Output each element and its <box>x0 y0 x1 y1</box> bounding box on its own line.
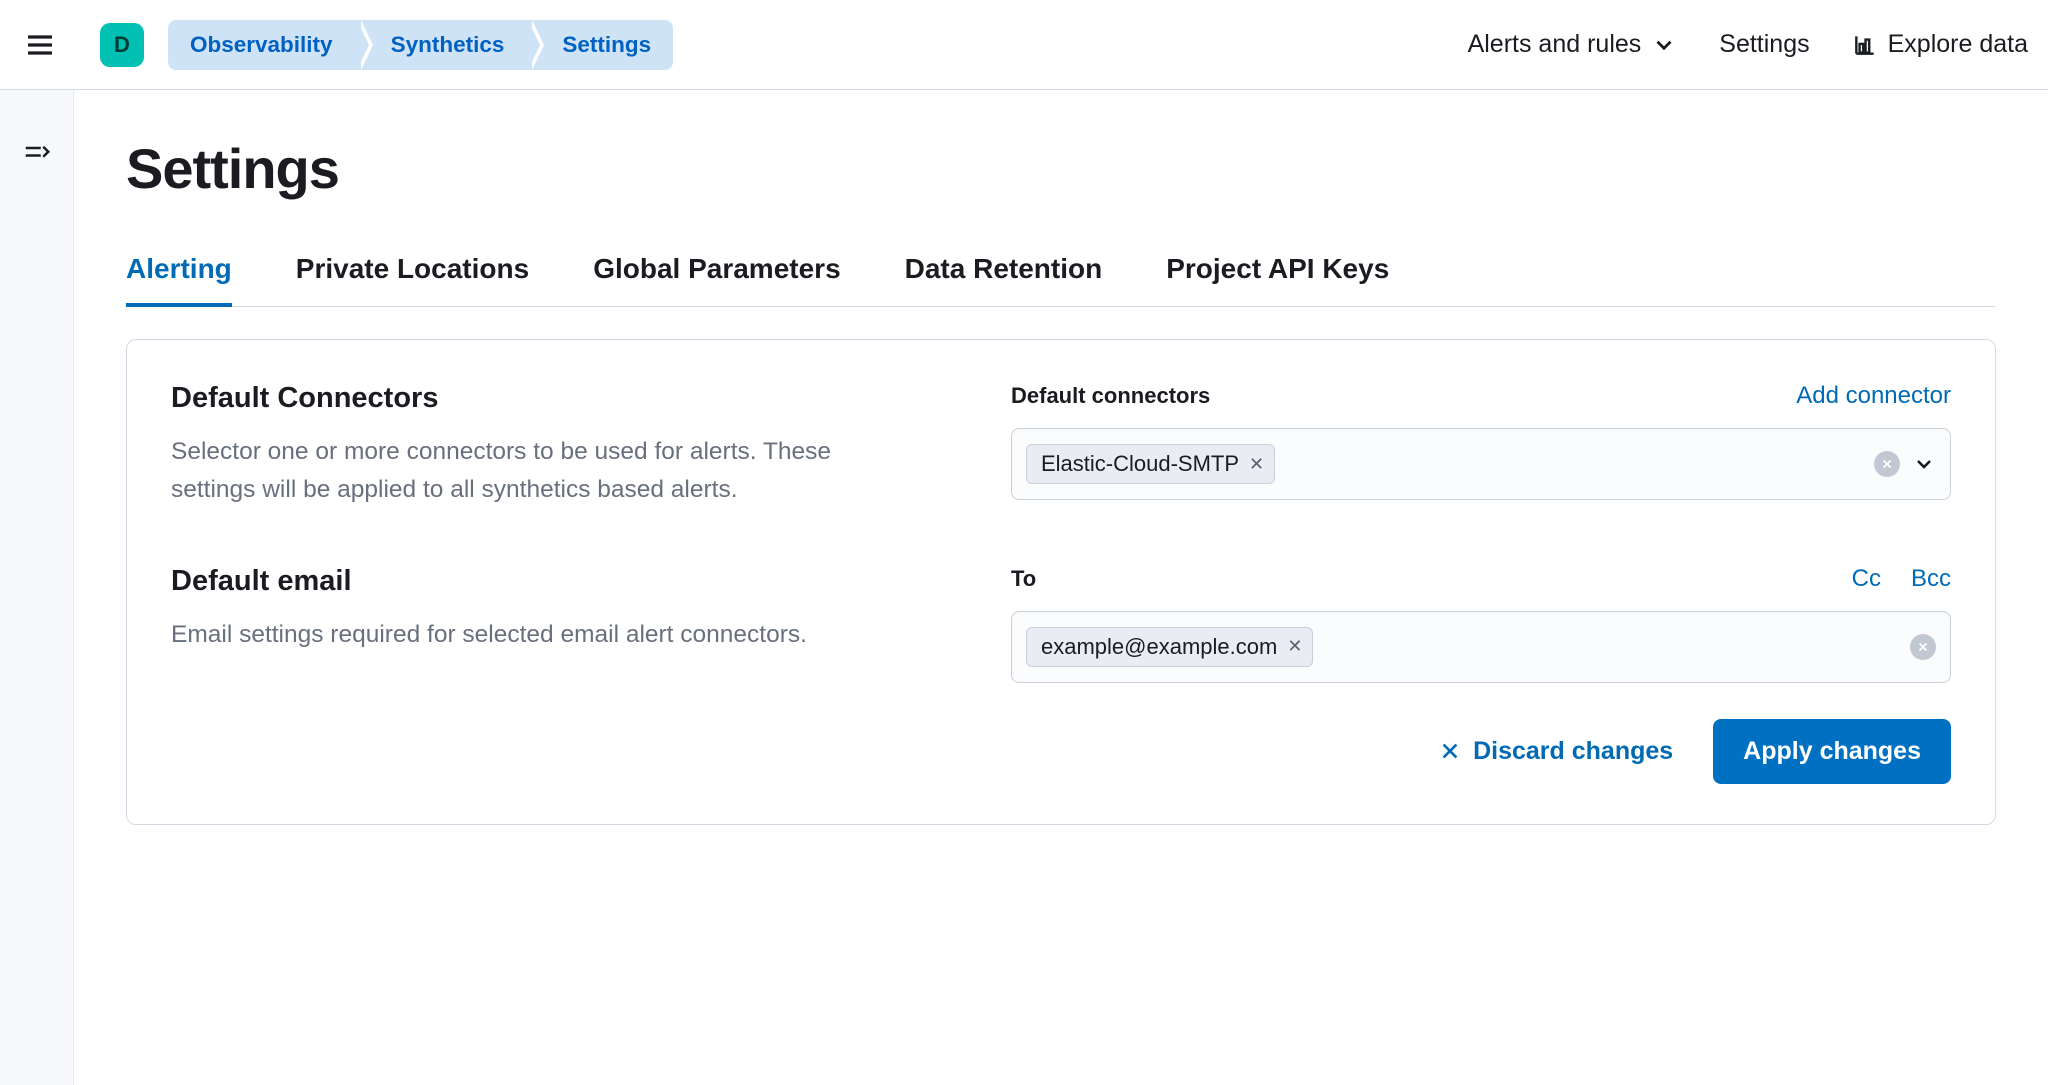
explore-data-label: Explore data <box>1888 30 2028 59</box>
remove-email-chip-icon[interactable]: ✕ <box>1287 636 1302 657</box>
connectors-heading: Default Connectors <box>171 382 951 415</box>
bar-chart-icon <box>1852 32 1878 58</box>
add-connector-link[interactable]: Add connector <box>1796 382 1951 410</box>
remove-connector-chip-icon[interactable]: ✕ <box>1249 454 1264 475</box>
topbar: D Observability Synthetics Settings Aler… <box>0 0 2048 90</box>
clear-connectors-icon[interactable] <box>1874 451 1900 477</box>
breadcrumb: Observability Synthetics Settings <box>168 20 673 70</box>
email-heading: Default email <box>171 565 951 598</box>
explore-data-link[interactable]: Explore data <box>1852 30 2028 59</box>
apply-changes-button[interactable]: Apply changes <box>1713 719 1951 784</box>
clear-email-icon[interactable] <box>1910 634 1936 660</box>
page-title: Settings <box>126 136 1996 201</box>
tab-project-api-keys[interactable]: Project API Keys <box>1166 253 1389 306</box>
connectors-dropdown-icon[interactable] <box>1912 452 1936 476</box>
close-icon <box>1439 740 1461 762</box>
breadcrumb-synthetics[interactable]: Synthetics <box>357 20 529 70</box>
expand-rail-icon[interactable] <box>22 138 52 173</box>
settings-panel: Default Connectors Selector one or more … <box>126 339 1996 825</box>
default-connectors-row: Default Connectors Selector one or more … <box>171 382 1951 509</box>
email-desc: Email settings required for selected ema… <box>171 616 891 654</box>
tab-private-locations[interactable]: Private Locations <box>296 253 529 306</box>
tab-data-retention[interactable]: Data Retention <box>905 253 1103 306</box>
main-content: Settings Alerting Private Locations Glob… <box>74 90 2048 1085</box>
email-chip: example@example.com ✕ <box>1026 627 1313 667</box>
alerts-rules-dropdown[interactable]: Alerts and rules <box>1468 30 1678 59</box>
tab-alerting[interactable]: Alerting <box>126 253 232 307</box>
tabs: Alerting Private Locations Global Parame… <box>126 253 1996 307</box>
email-to-combobox[interactable]: example@example.com ✕ <box>1011 611 1951 683</box>
topbar-actions: Alerts and rules Settings Explore data <box>1468 30 2028 59</box>
side-rail <box>0 90 74 1085</box>
space-avatar[interactable]: D <box>100 23 144 67</box>
breadcrumb-settings[interactable]: Settings <box>528 20 673 70</box>
menu-icon[interactable] <box>12 17 68 73</box>
breadcrumb-observability[interactable]: Observability <box>168 20 357 70</box>
connectors-combobox[interactable]: Elastic-Cloud-SMTP ✕ <box>1011 428 1951 500</box>
settings-link[interactable]: Settings <box>1719 30 1809 59</box>
alerts-rules-label: Alerts and rules <box>1468 30 1642 59</box>
email-cc-link[interactable]: Cc <box>1852 565 1881 593</box>
tab-global-parameters[interactable]: Global Parameters <box>593 253 840 306</box>
chevron-down-icon <box>1651 32 1677 58</box>
connectors-desc: Selector one or more connectors to be us… <box>171 433 891 509</box>
connectors-field-label: Default connectors <box>1011 383 1210 409</box>
default-email-row: Default email Email settings required fo… <box>171 565 1951 683</box>
settings-link-label: Settings <box>1719 30 1809 59</box>
connector-chip-label: Elastic-Cloud-SMTP <box>1041 451 1239 477</box>
email-bcc-link[interactable]: Bcc <box>1911 565 1951 593</box>
discard-changes-label: Discard changes <box>1473 737 1673 766</box>
connector-chip: Elastic-Cloud-SMTP ✕ <box>1026 444 1275 484</box>
discard-changes-button[interactable]: Discard changes <box>1439 737 1673 766</box>
panel-actions: Discard changes Apply changes <box>171 719 1951 784</box>
email-chip-label: example@example.com <box>1041 634 1277 660</box>
email-to-label: To <box>1011 566 1036 592</box>
